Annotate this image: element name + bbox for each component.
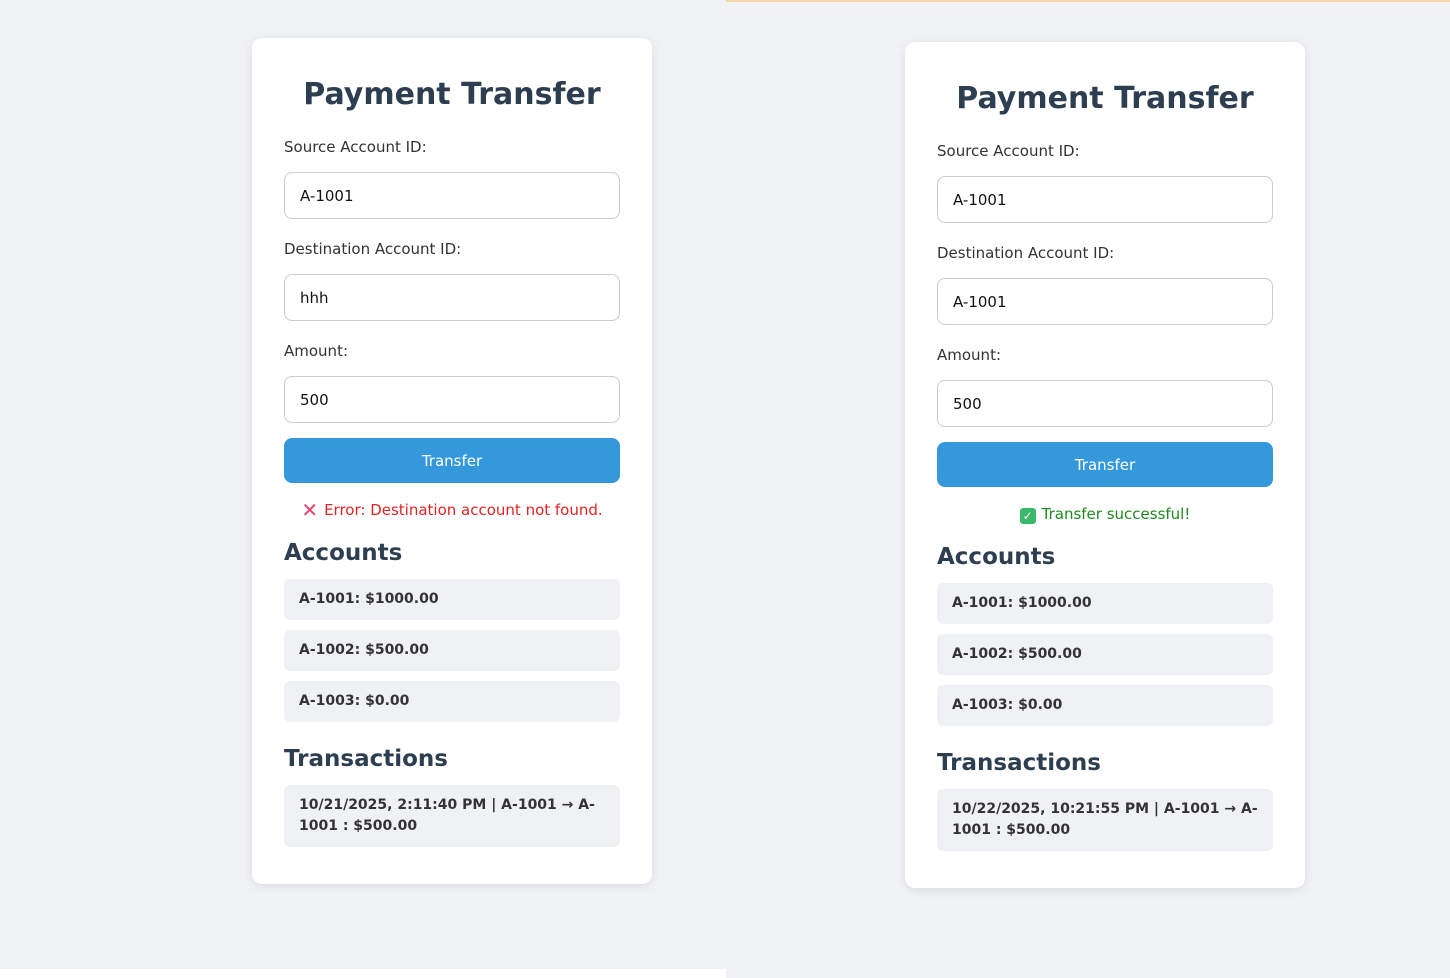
error-message-text: Error: Destination account not found. [324,501,603,519]
amount-input[interactable] [284,376,620,423]
payment-transfer-card: Payment Transfer Source Account ID: Dest… [905,42,1305,888]
accounts-heading: Accounts [284,540,403,566]
page-title: Payment Transfer [956,81,1254,116]
accounts-heading: Accounts [937,544,1056,570]
source-account-label: Source Account ID: [937,142,1080,160]
amount-label: Amount: [284,342,348,360]
account-item: A-1003: $0.00 [284,681,620,722]
source-account-label: Source Account ID: [284,138,427,156]
accounts-list: A-1001: $1000.00 A-1002: $500.00 A-1003:… [937,583,1273,726]
destination-account-input[interactable] [937,278,1273,325]
right-pane: Payment Transfer Source Account ID: Dest… [726,0,1450,978]
check-mark-icon: ✓ [1019,508,1036,524]
success-message-text: Transfer successful! [1041,505,1191,523]
account-item: A-1002: $500.00 [284,630,620,671]
success-message: ✓ Transfer successful! [937,504,1273,524]
account-item: A-1001: $1000.00 [937,583,1273,624]
page-title: Payment Transfer [303,77,601,112]
destination-account-label: Destination Account ID: [937,244,1115,262]
left-pane: Payment Transfer Source Account ID: Dest… [0,0,726,969]
error-message: ✕ Error: Destination account not found. [284,500,620,520]
destination-account-input[interactable] [284,274,620,321]
transactions-list: 10/21/2025, 2:11:40 PM | A-1001 → A-1001… [284,785,620,847]
transfer-button[interactable]: Transfer [937,442,1273,487]
cross-mark-icon: ✕ [301,498,319,522]
amount-label: Amount: [937,346,1001,364]
amount-input[interactable] [937,380,1273,427]
destination-account-label: Destination Account ID: [284,240,462,258]
transfer-button[interactable]: Transfer [284,438,620,483]
account-item: A-1001: $1000.00 [284,579,620,620]
source-account-input[interactable] [284,172,620,219]
transactions-list: 10/22/2025, 10:21:55 PM | A-1001 → A-100… [937,789,1273,851]
account-item: A-1003: $0.00 [937,685,1273,726]
payment-transfer-card: Payment Transfer Source Account ID: Dest… [252,38,652,884]
account-item: A-1002: $500.00 [937,634,1273,675]
accounts-list: A-1001: $1000.00 A-1002: $500.00 A-1003:… [284,579,620,722]
transaction-item: 10/22/2025, 10:21:55 PM | A-1001 → A-100… [937,789,1273,851]
transactions-heading: Transactions [937,750,1101,776]
transactions-heading: Transactions [284,746,448,772]
transaction-item: 10/21/2025, 2:11:40 PM | A-1001 → A-1001… [284,785,620,847]
source-account-input[interactable] [937,176,1273,223]
top-divider [726,0,1450,2]
